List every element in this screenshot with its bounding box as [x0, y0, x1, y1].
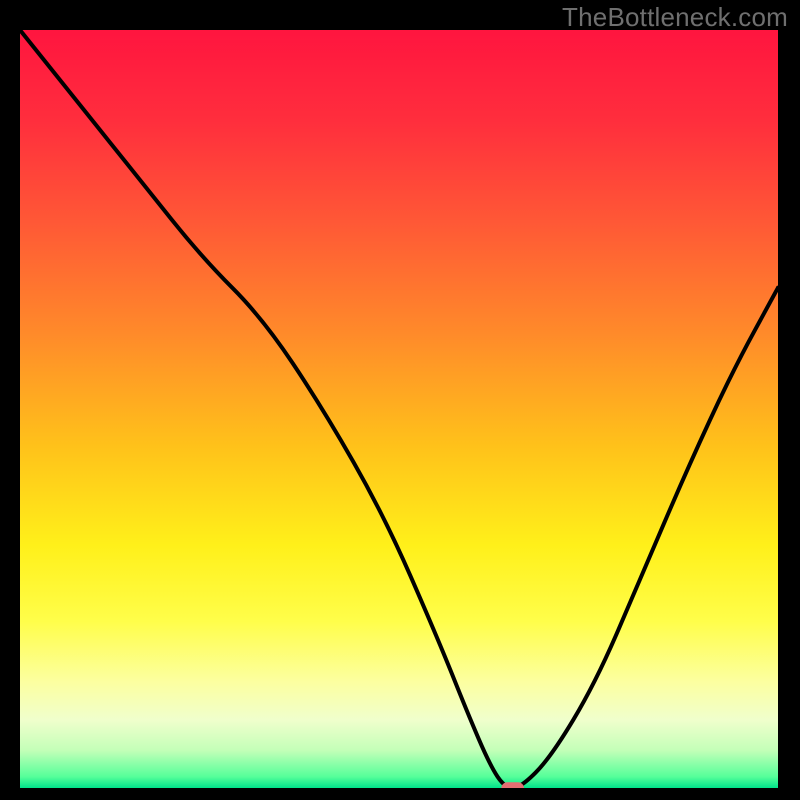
- chart-svg: [20, 30, 778, 788]
- plot-frame: [20, 30, 778, 788]
- optimal-marker: [501, 782, 524, 788]
- chart-container: TheBottleneck.com: [0, 0, 800, 800]
- gradient-background: [20, 30, 778, 788]
- watermark-text: TheBottleneck.com: [562, 2, 788, 33]
- plot-area: [20, 30, 778, 788]
